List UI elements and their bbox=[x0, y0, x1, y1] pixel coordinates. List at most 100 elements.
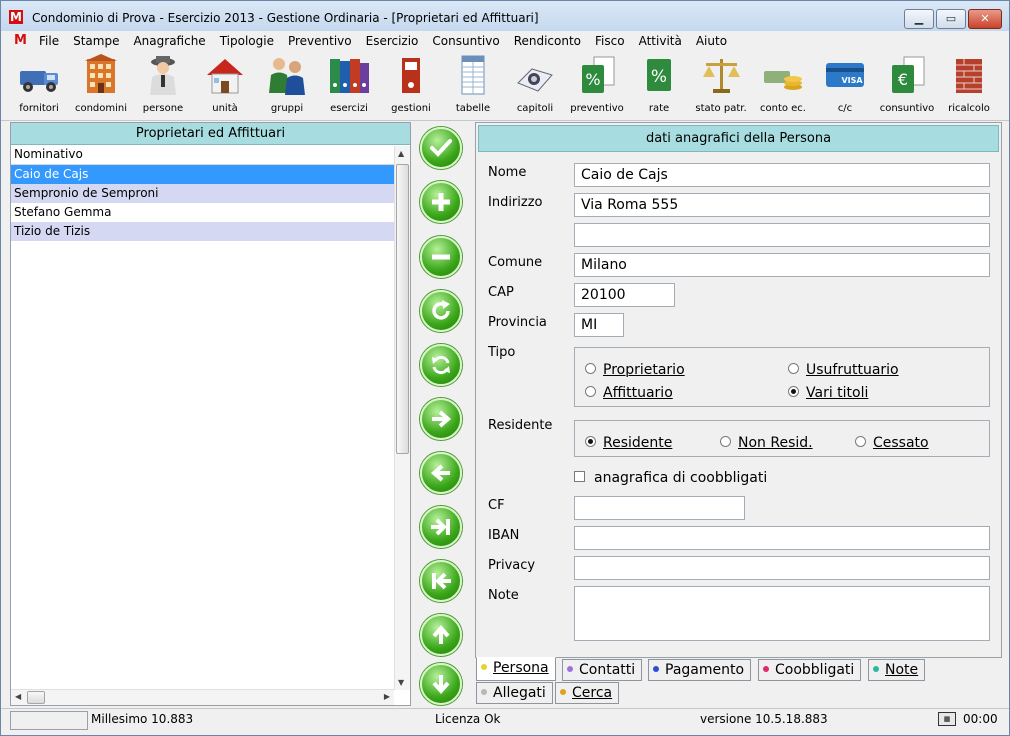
menu-item-fisco[interactable]: Fisco bbox=[595, 34, 625, 48]
minimize-button[interactable]: ▁ bbox=[904, 9, 934, 29]
toolbar-capitoli[interactable]: capitoli bbox=[504, 53, 566, 119]
vertical-scrollbar[interactable]: ▲ ▼ bbox=[394, 146, 410, 690]
menu-item-consuntivo[interactable]: Consuntivo bbox=[432, 34, 499, 48]
previous-button[interactable] bbox=[420, 452, 462, 494]
skip-end-icon bbox=[431, 518, 450, 536]
maximize-button[interactable]: ▭ bbox=[936, 9, 966, 29]
move-up-button[interactable] bbox=[420, 614, 462, 656]
coobbligati-checkbox[interactable]: anagrafica di coobbligati bbox=[574, 470, 767, 486]
confirm-button[interactable] bbox=[420, 127, 462, 169]
toolbar-condomini[interactable]: condomini bbox=[70, 53, 132, 119]
tab-pagamento[interactable]: Pagamento bbox=[648, 659, 752, 681]
radio-non-resid[interactable]: Non Resid. bbox=[720, 435, 813, 451]
move-down-button[interactable] bbox=[420, 663, 462, 705]
list-item[interactable]: Tizio de Tizis bbox=[11, 222, 396, 241]
toolbar-label: gestioni bbox=[391, 103, 431, 114]
application-window: M Condominio di Prova - Esercizio 2013 -… bbox=[0, 0, 1010, 736]
scroll-down-arrow-icon[interactable]: ▼ bbox=[398, 678, 404, 687]
list-item[interactable]: Caio de Cajs bbox=[11, 165, 396, 184]
tab-cerca[interactable]: Cerca bbox=[555, 682, 620, 704]
menu-item-aiuto[interactable]: Aiuto bbox=[696, 34, 727, 48]
radio-cessato[interactable]: Cessato bbox=[855, 435, 929, 451]
indirizzo-field[interactable]: Via Roma 555 bbox=[574, 193, 990, 217]
toolbar-preventivo[interactable]: % preventivo bbox=[566, 53, 628, 119]
nome-field[interactable]: Caio de Cajs bbox=[574, 163, 990, 187]
last-button[interactable] bbox=[420, 506, 462, 548]
toolbar-persone[interactable]: persone bbox=[132, 53, 194, 119]
menu-item-tipologie[interactable]: Tipologie bbox=[220, 34, 274, 48]
tab-persona[interactable]: Persona bbox=[476, 657, 556, 681]
mdi-app-icon[interactable]: M bbox=[14, 34, 28, 48]
menu-item-anagrafiche[interactable]: Anagrafiche bbox=[133, 34, 205, 48]
privacy-field[interactable] bbox=[574, 556, 990, 580]
add-button[interactable] bbox=[420, 181, 462, 223]
person-icon bbox=[150, 56, 176, 95]
tab-note[interactable]: Note bbox=[868, 659, 926, 681]
toolbar-fornitori[interactable]: fornitori bbox=[8, 53, 70, 119]
svg-text:%: % bbox=[585, 70, 600, 89]
percent-doc-icon: % bbox=[582, 56, 615, 93]
next-button[interactable] bbox=[420, 398, 462, 440]
phonebook-icon bbox=[517, 68, 553, 92]
tab-label: Coobbligati bbox=[775, 662, 855, 678]
percent-icon: % bbox=[647, 59, 671, 91]
list-item[interactable]: Sempronio de Semproni bbox=[11, 184, 396, 203]
arrow-left-icon bbox=[430, 464, 450, 482]
toolbar: fornitori condomini persone unità gruppi… bbox=[1, 51, 1009, 121]
toolbar-gestioni[interactable]: gestioni bbox=[380, 53, 442, 119]
indirizzo-line2-field[interactable] bbox=[574, 223, 990, 247]
arrow-right-icon bbox=[432, 410, 452, 428]
toolbar-conto-ec[interactable]: conto ec. bbox=[752, 53, 814, 119]
status-versione: versione 10.5.18.883 bbox=[700, 712, 828, 726]
close-button[interactable]: ✕ bbox=[968, 9, 1002, 29]
status-licenza: Licenza Ok bbox=[435, 712, 501, 726]
menu-item-stampe[interactable]: Stampe bbox=[73, 34, 119, 48]
label-cap: CAP bbox=[488, 285, 514, 300]
scroll-right-arrow-icon[interactable]: ▶ bbox=[384, 692, 390, 701]
column-header-nominativo[interactable]: Nominativo bbox=[11, 145, 410, 165]
table-icon bbox=[461, 55, 485, 95]
toolbar-tabelle[interactable]: tabelle bbox=[442, 53, 504, 119]
tab-contatti[interactable]: Contatti bbox=[562, 659, 643, 681]
cf-field[interactable] bbox=[574, 496, 745, 520]
reload-button[interactable] bbox=[420, 344, 462, 386]
menu-item-attivita[interactable]: Attività bbox=[639, 34, 682, 48]
delete-button[interactable] bbox=[420, 236, 462, 278]
provincia-field[interactable]: MI bbox=[574, 313, 624, 337]
menu-item-file[interactable]: File bbox=[39, 34, 59, 48]
toolbar-esercizi[interactable]: esercizi bbox=[318, 53, 380, 119]
scroll-up-arrow-icon[interactable]: ▲ bbox=[398, 149, 404, 158]
horizontal-scrollbar[interactable]: ◀ ▶ bbox=[11, 689, 394, 705]
note-textarea[interactable] bbox=[574, 586, 990, 641]
scroll-left-arrow-icon[interactable]: ◀ bbox=[15, 692, 21, 701]
list-item[interactable]: Stefano Gemma bbox=[11, 203, 396, 222]
radio-label: Residente bbox=[603, 435, 673, 451]
radio-vari-titoli[interactable]: Vari titoli bbox=[788, 385, 868, 401]
toolbar-ricalcolo[interactable]: ricalcolo bbox=[938, 53, 1000, 119]
toolbar-label: tabelle bbox=[455, 103, 491, 114]
scrollbar-thumb[interactable] bbox=[396, 164, 409, 454]
label-comune: Comune bbox=[488, 255, 543, 270]
refresh-button[interactable] bbox=[420, 290, 462, 332]
menu-item-rendiconto[interactable]: Rendiconto bbox=[514, 34, 581, 48]
radio-residente[interactable]: Residente bbox=[585, 435, 672, 451]
comune-field[interactable]: Milano bbox=[574, 253, 990, 277]
menu-item-preventivo[interactable]: Preventivo bbox=[288, 34, 352, 48]
radio-affittuario[interactable]: Affittuario bbox=[585, 385, 673, 401]
radio-usufruttuario[interactable]: Usufruttuario bbox=[788, 362, 899, 378]
toolbar-unita[interactable]: unità bbox=[194, 53, 256, 119]
label-indirizzo: Indirizzo bbox=[488, 195, 543, 210]
toolbar-rate[interactable]: % rate bbox=[628, 53, 690, 119]
radio-proprietario[interactable]: Proprietario bbox=[585, 362, 685, 378]
tab-coobbligati[interactable]: Coobbligati bbox=[758, 659, 862, 681]
iban-field[interactable] bbox=[574, 526, 990, 550]
scrollbar-thumb[interactable] bbox=[27, 691, 45, 704]
cap-field[interactable]: 20100 bbox=[574, 283, 675, 307]
toolbar-consuntivo[interactable]: € consuntivo bbox=[876, 53, 938, 119]
toolbar-gruppi[interactable]: gruppi bbox=[256, 53, 318, 119]
toolbar-cc[interactable]: VISA c/c bbox=[814, 53, 876, 119]
toolbar-stato-patr[interactable]: stato patr. bbox=[690, 53, 752, 119]
menu-item-esercizio[interactable]: Esercizio bbox=[366, 34, 419, 48]
tab-allegati[interactable]: Allegati bbox=[476, 682, 553, 704]
first-button[interactable] bbox=[420, 560, 462, 602]
